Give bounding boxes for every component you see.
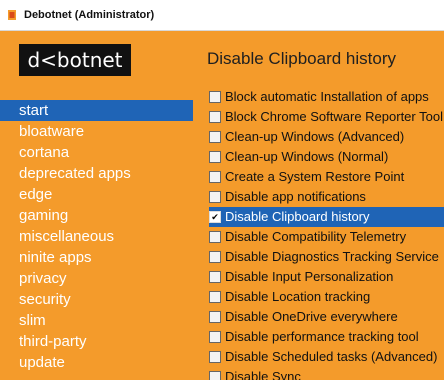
option-disable-diagnostics-tracking[interactable]: Disable Diagnostics Tracking Service <box>209 247 444 267</box>
sidebar-item-ninite-apps[interactable]: ninite apps <box>0 247 193 268</box>
checkbox[interactable] <box>209 231 221 243</box>
sidebar-item-security[interactable]: security <box>0 289 193 310</box>
checkbox[interactable] <box>209 331 221 343</box>
checkbox[interactable] <box>209 311 221 323</box>
option-disable-input-personalization[interactable]: Disable Input Personalization <box>209 267 444 287</box>
option-cleanup-normal[interactable]: Clean-up Windows (Normal) <box>209 147 444 167</box>
option-label: Disable Sync <box>225 369 301 380</box>
option-label: Disable Scheduled tasks (Advanced) <box>225 349 438 364</box>
option-disable-onedrive[interactable]: Disable OneDrive everywhere <box>209 307 444 327</box>
option-disable-clipboard-history[interactable]: ✔ Disable Clipboard history <box>209 207 444 227</box>
sidebar-item-gaming[interactable]: gaming <box>0 205 193 226</box>
sidebar-item-bloatware[interactable]: bloatware <box>0 121 193 142</box>
option-block-automatic-install[interactable]: Block automatic Installation of apps <box>209 87 444 107</box>
sidebar-item-start[interactable]: start <box>0 100 193 121</box>
app-window: Debotnet (Administrator) d<botnet start … <box>0 0 444 380</box>
option-restore-point[interactable]: Create a System Restore Point <box>209 167 444 187</box>
option-label: Block Chrome Software Reporter Tool <box>225 109 443 124</box>
checkbox[interactable] <box>209 371 221 380</box>
main-panel: Disable Clipboard history Block automati… <box>193 31 444 380</box>
app-logo: d<botnet <box>19 44 131 76</box>
checkbox[interactable] <box>209 91 221 103</box>
option-cleanup-advanced[interactable]: Clean-up Windows (Advanced) <box>209 127 444 147</box>
sidebar-nav: start bloatware cortana deprecated apps … <box>0 100 193 373</box>
option-label: Block automatic Installation of apps <box>225 89 429 104</box>
checkbox[interactable] <box>209 351 221 363</box>
option-block-chrome-reporter[interactable]: Block Chrome Software Reporter Tool <box>209 107 444 127</box>
checkbox[interactable] <box>209 171 221 183</box>
option-label: Disable app notifications <box>225 189 366 204</box>
option-disable-sync[interactable]: Disable Sync <box>209 367 444 380</box>
window-title: Debotnet (Administrator) <box>24 9 155 21</box>
option-label: Disable Diagnostics Tracking Service <box>225 249 439 264</box>
option-label: Clean-up Windows (Normal) <box>225 149 389 164</box>
option-label: Create a System Restore Point <box>225 169 405 184</box>
option-disable-location-tracking[interactable]: Disable Location tracking <box>209 287 444 307</box>
option-disable-compatibility-telemetry[interactable]: Disable Compatibility Telemetry <box>209 227 444 247</box>
sidebar-item-edge[interactable]: edge <box>0 184 193 205</box>
option-label: Disable Compatibility Telemetry <box>225 229 407 244</box>
option-label: Disable Clipboard history <box>225 209 370 224</box>
option-disable-scheduled-tasks[interactable]: Disable Scheduled tasks (Advanced) <box>209 347 444 367</box>
checkbox[interactable] <box>209 191 221 203</box>
option-disable-app-notifications[interactable]: Disable app notifications <box>209 187 444 207</box>
sidebar-item-cortana[interactable]: cortana <box>0 142 193 163</box>
sidebar-item-deprecated-apps[interactable]: deprecated apps <box>0 163 193 184</box>
sidebar-item-miscellaneous[interactable]: miscellaneous <box>0 226 193 247</box>
checkbox[interactable] <box>209 151 221 163</box>
checkbox[interactable] <box>209 131 221 143</box>
sidebar: d<botnet start bloatware cortana depreca… <box>0 31 193 380</box>
checkbox[interactable] <box>209 251 221 263</box>
checkbox-checked[interactable]: ✔ <box>209 211 221 223</box>
option-label: Disable performance tracking tool <box>225 329 419 344</box>
sidebar-item-update[interactable]: update <box>0 352 193 373</box>
sidebar-item-slim[interactable]: slim <box>0 310 193 331</box>
option-list: Block automatic Installation of apps Blo… <box>209 87 444 380</box>
app-icon <box>8 10 16 20</box>
option-disable-performance-tracking[interactable]: Disable performance tracking tool <box>209 327 444 347</box>
option-label: Disable OneDrive everywhere <box>225 309 398 324</box>
sidebar-item-third-party[interactable]: third-party <box>0 331 193 352</box>
sidebar-item-privacy[interactable]: privacy <box>0 268 193 289</box>
title-bar[interactable]: Debotnet (Administrator) <box>0 0 444 31</box>
option-label: Disable Location tracking <box>225 289 371 304</box>
checkbox[interactable] <box>209 111 221 123</box>
checkbox[interactable] <box>209 291 221 303</box>
option-label: Clean-up Windows (Advanced) <box>225 129 405 144</box>
checkbox[interactable] <box>209 271 221 283</box>
option-label: Disable Input Personalization <box>225 269 394 284</box>
page-title: Disable Clipboard history <box>207 49 396 68</box>
